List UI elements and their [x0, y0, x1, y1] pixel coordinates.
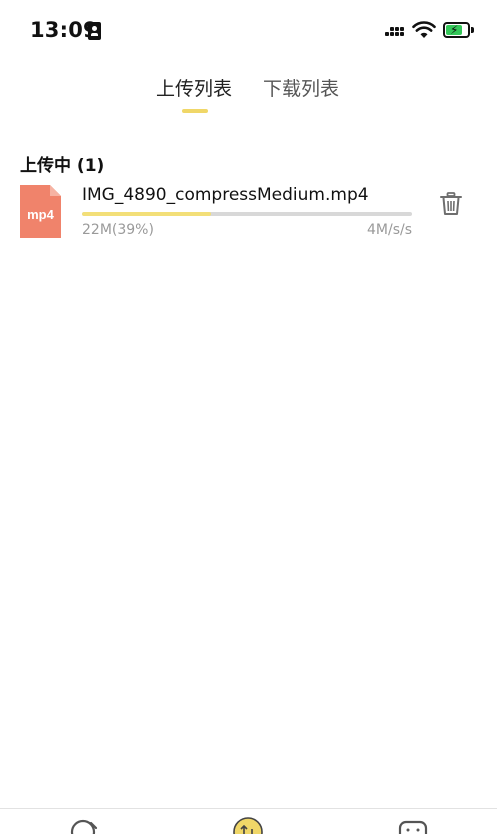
wifi-icon: [412, 20, 436, 40]
transfer-tabs: 上传列表 下载列表: [0, 74, 497, 120]
message-tab-icon[interactable]: [398, 817, 428, 834]
bottom-tab-bar: [0, 808, 497, 834]
home-tab-icon[interactable]: [70, 817, 100, 834]
trash-icon[interactable]: [440, 192, 462, 216]
battery-cap: [471, 27, 474, 33]
battery-charging-icon: ⚡: [443, 22, 470, 38]
active-tab-indicator: [182, 109, 208, 113]
tab-download-list[interactable]: 下载列表: [263, 74, 339, 101]
file-size-progress: 22M(39%): [82, 222, 154, 238]
cellular-signal-icon: [385, 24, 403, 40]
uploading-section-title: 上传中 (1): [20, 151, 104, 176]
charging-bolt-icon: ⚡: [450, 23, 458, 37]
mp4-file-icon: [20, 185, 61, 238]
id-badge-icon: [88, 22, 101, 40]
transfer-tab-icon[interactable]: [233, 817, 263, 834]
upload-progress-bar: [82, 212, 412, 216]
status-bar: 13:09 ⚡: [0, 0, 497, 62]
file-name: IMG_4890_compressMedium.mp4: [82, 185, 369, 205]
upload-progress-fill: [82, 212, 211, 216]
upload-list-item[interactable]: mp4 IMG_4890_compressMedium.mp4 22M(39%)…: [0, 180, 497, 250]
upload-speed: 4M/s/s: [367, 222, 412, 238]
tab-upload-list[interactable]: 上传列表: [156, 74, 232, 101]
